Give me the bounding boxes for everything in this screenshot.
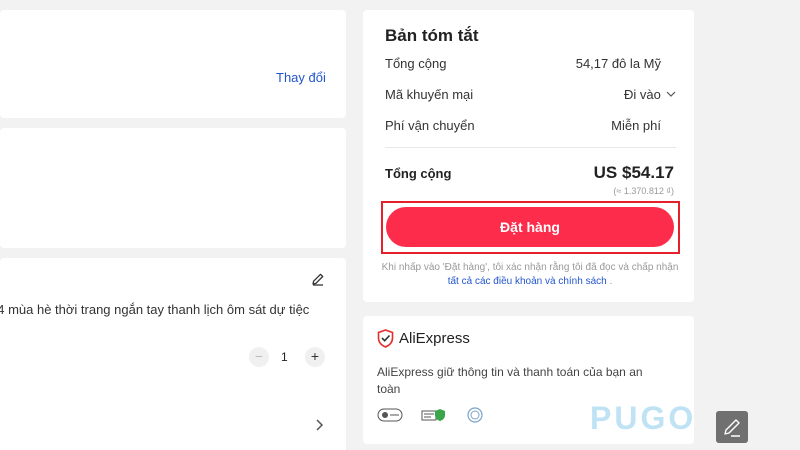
- promo-code-label: Mã khuyến mại: [385, 87, 474, 102]
- quantity-increase-button[interactable]: +: [305, 347, 325, 367]
- total-value: US $54.17: [593, 163, 674, 182]
- change-address-link[interactable]: Thay đổi: [276, 70, 326, 85]
- watermark-logo: PUGO: [590, 400, 697, 436]
- product-title: 24 mùa hè thời trang ngắn tay thanh lịch…: [0, 302, 310, 317]
- summary-divider: [385, 147, 676, 148]
- aliexpress-brand-name: AliExpress: [399, 330, 470, 347]
- total-vnd-value: (≈ 1.370.812 ₫): [613, 186, 674, 196]
- payment-method-card: [0, 128, 346, 248]
- subtotal-label: Tổng cộng: [385, 56, 447, 71]
- terms-notice: Khi nhấp vào 'Đặt hàng', tôi xác nhận rằ…: [380, 261, 680, 289]
- chevron-down-icon[interactable]: [666, 89, 676, 99]
- feedback-pen-icon[interactable]: [716, 411, 748, 443]
- terms-suffix: .: [606, 276, 613, 287]
- shipping-fee-label: Phí vận chuyển: [385, 118, 475, 133]
- edit-icon[interactable]: [311, 272, 325, 286]
- order-item-card: [0, 258, 346, 450]
- chevron-right-icon[interactable]: [314, 418, 324, 432]
- promo-code-enter[interactable]: Đi vào: [624, 87, 661, 102]
- total-label: Tổng cộng: [385, 166, 452, 181]
- summary-title: Bản tóm tắt: [385, 26, 479, 45]
- terms-prefix: Khi nhấp vào 'Đặt hàng', tôi xác nhận rằ…: [381, 262, 679, 273]
- order-summary-card: [363, 10, 694, 302]
- shipping-address-card: [0, 10, 346, 118]
- quantity-value: 1: [281, 350, 288, 364]
- verified-badge-icon: [421, 409, 445, 421]
- terms-link[interactable]: tất cả các điều khoản và chính sách: [448, 276, 607, 287]
- shipping-fee-value: Miễn phí: [611, 118, 661, 133]
- security-message: AliExpress giữ thông tin và thanh toán c…: [377, 365, 643, 396]
- subtotal-value: 54,17 đô la Mỹ: [575, 56, 661, 71]
- security-badge-icon: [377, 408, 403, 422]
- certification-badge-icon: [467, 407, 483, 423]
- shield-icon: [377, 329, 394, 348]
- quantity-decrease-button[interactable]: −: [249, 347, 269, 367]
- place-order-button[interactable]: Đặt hàng: [386, 207, 674, 247]
